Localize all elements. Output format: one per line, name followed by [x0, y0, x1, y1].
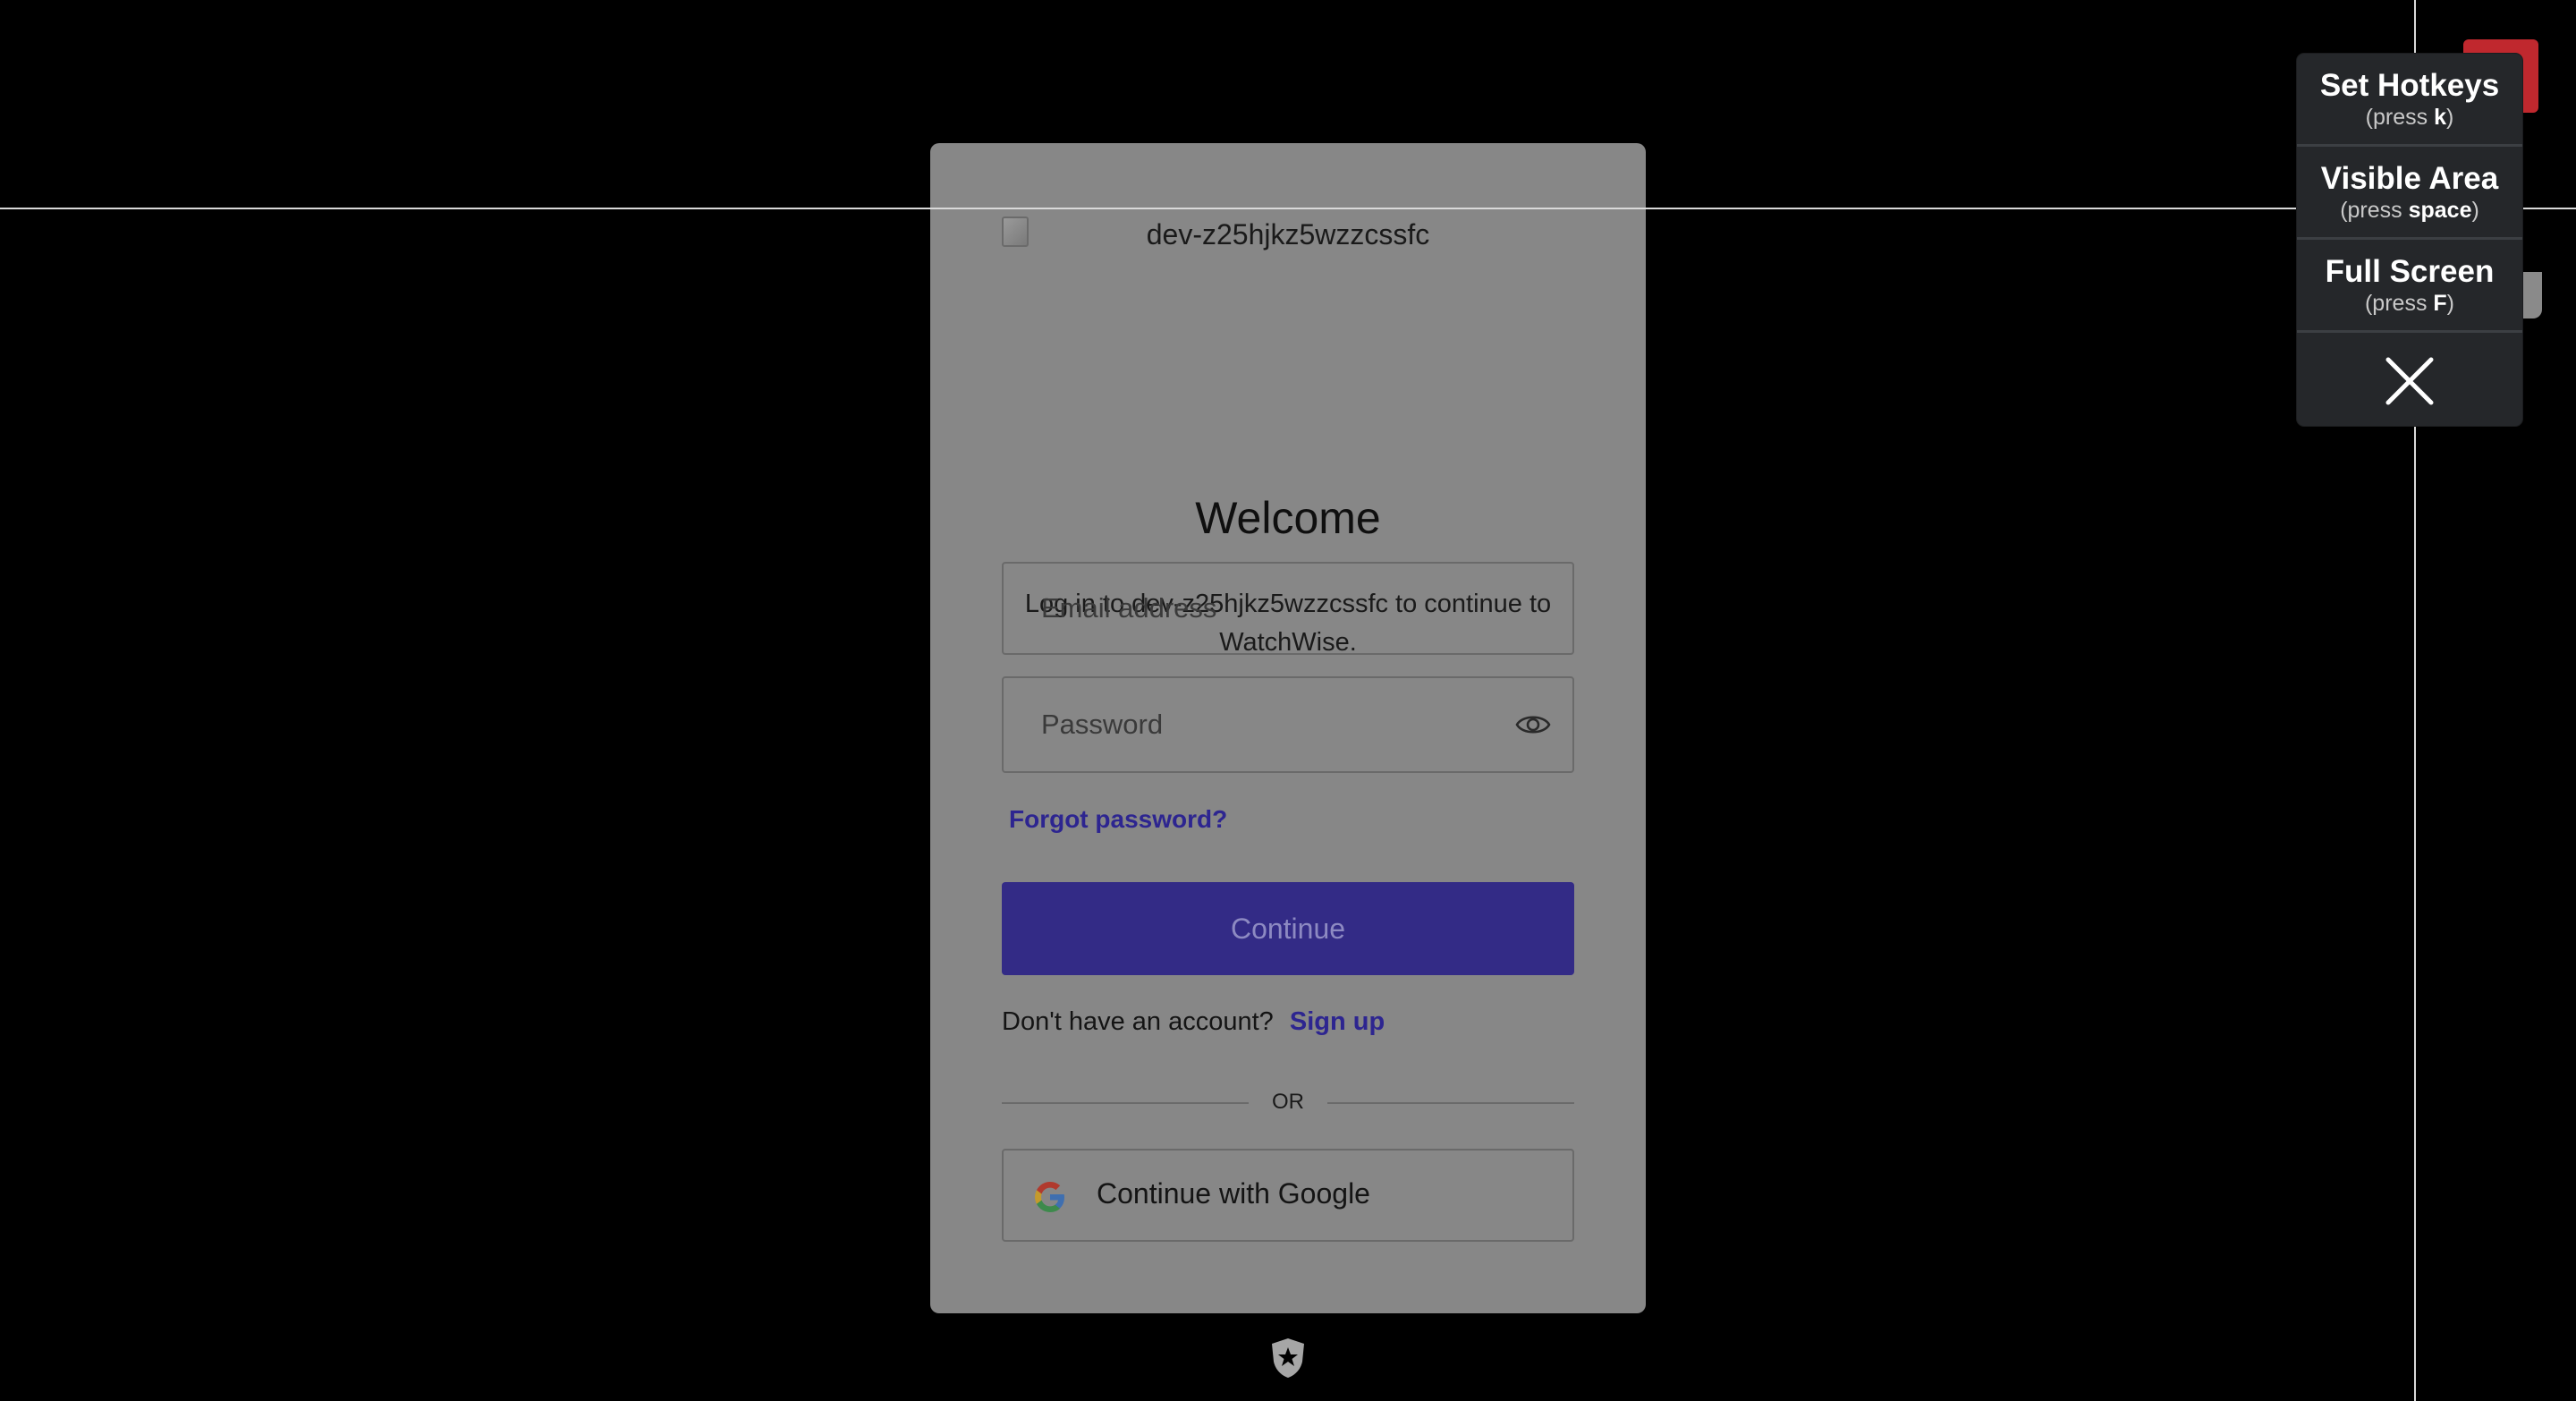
menu-item-hint: (press space) [2340, 198, 2479, 223]
no-account-text: Don't have an account? [1002, 1007, 1274, 1036]
google-icon [1035, 1182, 1064, 1212]
hotkey-key: F [2433, 291, 2447, 316]
eye-icon[interactable] [1515, 710, 1551, 739]
logo-row: dev-z25hjkz5wzzcssfc [1002, 215, 1574, 259]
menu-item-title: Full Screen [2325, 254, 2495, 289]
signup-row: Don't have an account? Sign up [1002, 1007, 1385, 1037]
menu-item-full-screen[interactable]: Full Screen (press F) [2297, 254, 2522, 317]
hotkey-key: k [2434, 105, 2446, 130]
hotkey-key: space [2408, 198, 2472, 223]
menu-separator [2297, 330, 2522, 333]
close-icon[interactable] [2383, 354, 2436, 408]
password-field[interactable] [1002, 676, 1574, 773]
login-card: dev-z25hjkz5wzzcssfc Welcome Log in to d… [930, 143, 1646, 1313]
auth0-shield-icon [1272, 1338, 1304, 1378]
menu-item-title: Visible Area [2320, 161, 2499, 196]
or-divider: OR [1002, 1090, 1574, 1117]
welcome-title: Welcome [1195, 493, 1381, 543]
page: dev-z25hjkz5wzzcssfc Welcome Log in to d… [0, 0, 2576, 1401]
menu-item-hint: (press F) [2364, 291, 2454, 316]
menu-separator [2297, 237, 2522, 240]
horizontal-guide-line [0, 208, 2576, 209]
menu-item-hint: (press k) [2365, 105, 2454, 130]
menu-item-set-hotkeys[interactable]: Set Hotkeys (press k) [2297, 68, 2522, 131]
menu-separator [2297, 144, 2522, 147]
forgot-password-link[interactable]: Forgot password? [1009, 805, 1227, 834]
email-field[interactable] [1002, 562, 1574, 655]
menu-item-title: Set Hotkeys [2319, 68, 2500, 103]
menu-item-visible-area[interactable]: Visible Area (press space) [2297, 161, 2522, 224]
google-button-label: Continue with Google [1097, 1177, 1370, 1210]
signup-link[interactable]: Sign up [1290, 1007, 1385, 1036]
continue-with-google-button[interactable]: Continue with Google [1002, 1149, 1574, 1242]
divider-line-right [1327, 1102, 1574, 1104]
hotkey-menu: Set Hotkeys (press k) Visible Area (pres… [2297, 54, 2522, 426]
email-input[interactable] [1004, 564, 1572, 653]
password-input[interactable] [1004, 678, 1572, 771]
logo-alt-text: dev-z25hjkz5wzzcssfc [1146, 218, 1430, 250]
continue-button[interactable]: Continue [1002, 882, 1574, 975]
